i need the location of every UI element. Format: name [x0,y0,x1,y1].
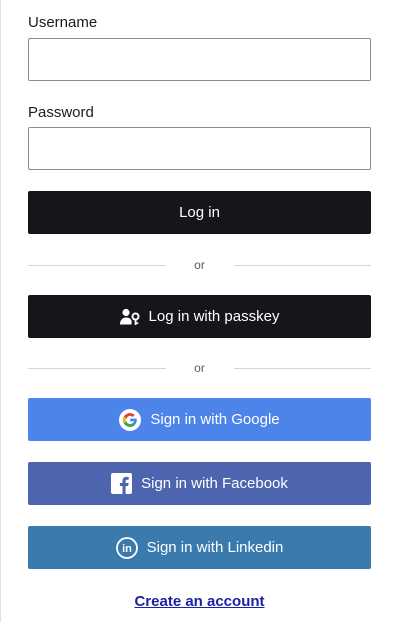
divider-line [233,264,371,266]
passkey-icon [119,308,140,326]
facebook-icon [111,473,133,494]
google-icon [119,408,142,431]
divider-line [28,367,166,369]
google-button-label: Sign in with Google [150,411,280,428]
create-account-link[interactable]: Create an account [28,593,371,610]
divider-text: or [194,361,205,375]
username-input[interactable] [28,38,371,81]
facebook-signin-button[interactable]: Sign in with Facebook [28,462,371,505]
login-button-label: Log in [179,204,220,221]
username-label: Username [28,14,98,31]
password-label: Password [28,104,94,121]
divider-line [28,264,166,266]
linkedin-icon: in [115,536,138,559]
passkey-button-label: Log in with passkey [148,308,280,325]
divider-or-2: or [28,361,371,375]
svg-text:in: in [122,543,132,555]
left-border [0,0,1,622]
password-input[interactable] [28,127,371,170]
divider-line [233,367,371,369]
divider-text: or [194,258,205,272]
login-button[interactable]: Log in [28,191,371,234]
divider-or-1: or [28,258,371,272]
facebook-button-label: Sign in with Facebook [141,475,288,492]
google-signin-button[interactable]: Sign in with Google [28,398,371,441]
passkey-login-button[interactable]: Log in with passkey [28,295,371,338]
linkedin-signin-button[interactable]: in Sign in with Linkedin [28,526,371,569]
linkedin-button-label: Sign in with Linkedin [146,539,284,556]
